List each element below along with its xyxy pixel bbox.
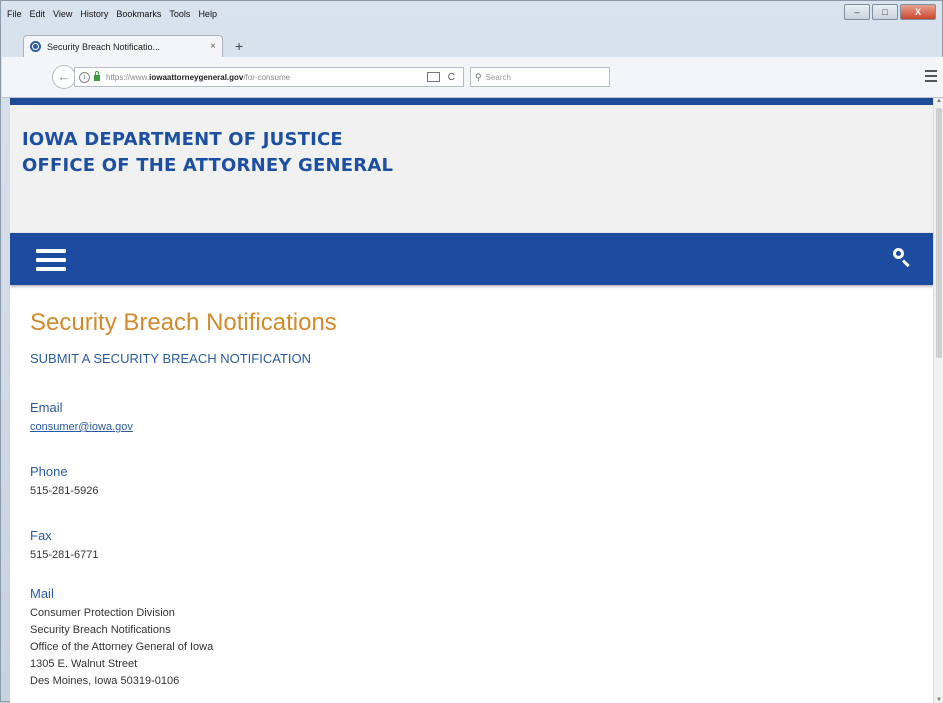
search-placeholder: Search	[485, 72, 511, 82]
window-controls: – □ X	[844, 4, 936, 20]
top-accent-bar	[10, 98, 933, 105]
url-prefix: https://www.	[106, 72, 150, 82]
navigation-bar: ← i https://www.iowaattorneygeneral.gov/…	[2, 57, 943, 98]
menu-file[interactable]: File	[7, 9, 22, 23]
address-bar[interactable]: i https://www.iowaattorneygeneral.gov/fo…	[74, 67, 464, 87]
mail-line: Des Moines, Iowa 50319-0106	[30, 675, 180, 687]
submit-breach-notification-link[interactable]: SUBMIT A SECURITY BREACH NOTIFICATION	[30, 351, 913, 366]
menu-edit[interactable]: Edit	[30, 9, 46, 23]
menu-history[interactable]: History	[80, 9, 108, 23]
mail-label: Mail	[30, 586, 54, 601]
reader-view-icon[interactable]	[426, 72, 440, 82]
browser-menu-icon[interactable]	[925, 70, 937, 85]
site-title-line2[interactable]: OFFICE OF THE ATTORNEY GENERAL	[22, 155, 393, 176]
phone-label: Phone	[30, 464, 68, 479]
reload-icon[interactable]: C	[448, 72, 455, 83]
browser-window: File Edit View History Bookmarks Tools H…	[0, 0, 943, 703]
email-label: Email	[30, 400, 63, 415]
mail-address: Consumer Protection Division Security Br…	[30, 605, 913, 690]
url-domain: iowaattorneygeneral.gov	[149, 72, 244, 82]
new-tab-button[interactable]: +	[235, 38, 243, 54]
browser-tab[interactable]: Security Breach Notificatio... ×	[23, 35, 223, 57]
minimize-button[interactable]: –	[844, 4, 870, 20]
menu-view[interactable]: View	[53, 9, 72, 23]
site-title-line1[interactable]: IOWA DEPARTMENT OF JUSTICE	[22, 129, 343, 150]
web-page: IOWA DEPARTMENT OF JUSTICE OFFICE OF THE…	[10, 98, 933, 703]
mail-line: Consumer Protection Division	[30, 607, 175, 619]
mail-line: 1305 E. Walnut Street	[30, 658, 138, 670]
hamburger-menu-icon[interactable]	[36, 249, 66, 276]
url-path: /for-consume	[243, 72, 291, 82]
close-window-button[interactable]: X	[900, 4, 936, 20]
menu-bar: File Edit View History Bookmarks Tools H…	[7, 9, 217, 23]
phone-section: Phone 515-281-5926	[30, 464, 913, 500]
menu-bookmarks[interactable]: Bookmarks	[116, 9, 161, 23]
menu-help[interactable]: Help	[198, 9, 217, 23]
fax-label: Fax	[30, 528, 52, 543]
maximize-button[interactable]: □	[872, 4, 898, 20]
mail-line: Security Breach Notifications	[30, 624, 171, 636]
tab-title: Security Breach Notificatio...	[47, 41, 161, 52]
scrollbar-thumb[interactable]	[936, 108, 942, 358]
close-tab-icon[interactable]: ×	[210, 41, 216, 52]
phone-value: 515-281-5926	[30, 485, 99, 497]
url-text[interactable]: https://www.iowaattorneygeneral.gov/for-…	[106, 73, 423, 82]
info-icon[interactable]: i	[79, 71, 90, 83]
back-button[interactable]: ←	[52, 65, 76, 89]
search-bar[interactable]: ⚲ Search	[470, 67, 610, 87]
email-section: Email consumer@iowa.gov	[30, 400, 913, 436]
search-icon: ⚲	[475, 71, 482, 82]
fax-value: 515-281-6771	[30, 549, 99, 561]
scroll-down-icon[interactable]: ▼	[936, 697, 942, 703]
menu-tools[interactable]: Tools	[169, 9, 190, 23]
mail-line: Office of the Attorney General of Iowa	[30, 641, 214, 653]
main-content: Security Breach Notifications SUBMIT A S…	[10, 309, 933, 690]
page-title: Security Breach Notifications	[30, 309, 337, 336]
fax-section: Fax 515-281-6771	[30, 528, 913, 564]
page-scrollbar[interactable]: ▲ ▼	[933, 98, 943, 703]
mail-section: Mail Consumer Protection Division Securi…	[30, 586, 913, 690]
email-link[interactable]: consumer@iowa.gov	[30, 421, 133, 433]
site-nav-bar	[10, 233, 933, 285]
site-header: IOWA DEPARTMENT OF JUSTICE OFFICE OF THE…	[10, 105, 933, 233]
lock-icon	[94, 71, 100, 81]
site-search-icon[interactable]	[893, 248, 910, 268]
globe-icon	[30, 41, 41, 52]
scroll-up-icon[interactable]: ▲	[936, 98, 942, 104]
